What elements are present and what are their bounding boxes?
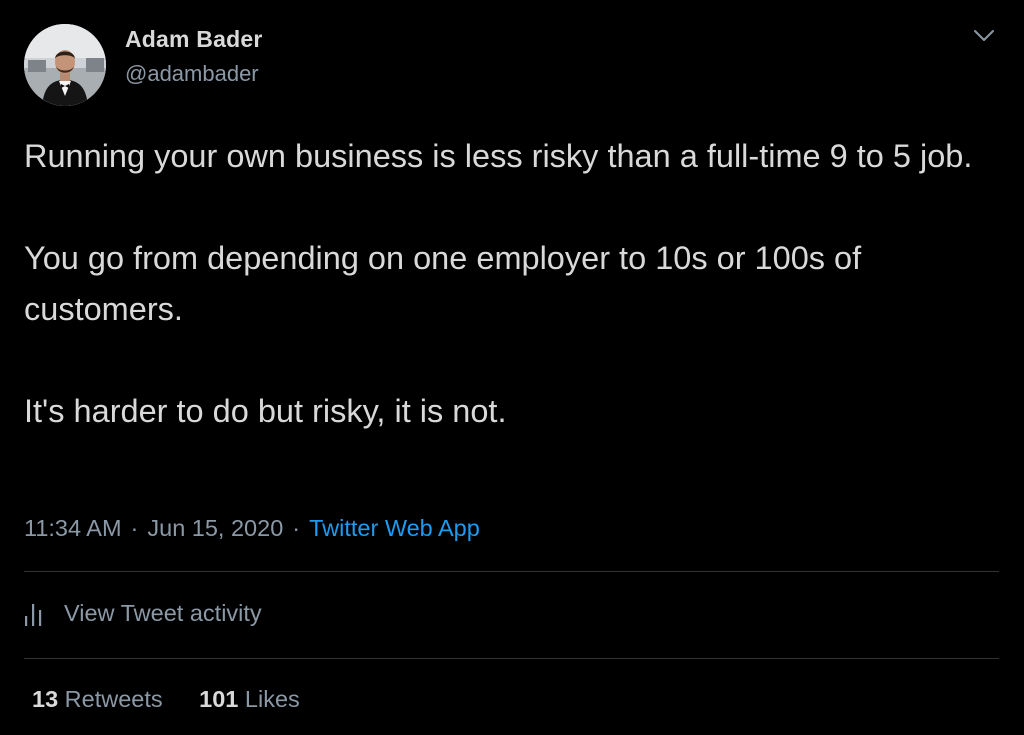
view-tweet-activity-label: View Tweet activity xyxy=(64,600,262,626)
likes-count: 101 xyxy=(199,686,239,712)
tweet-source-link[interactable]: Twitter Web App xyxy=(309,515,480,541)
divider xyxy=(24,658,999,659)
tweet-paragraph: It's harder to do but risky, it is not. xyxy=(24,393,507,429)
bar-chart-icon xyxy=(24,601,46,627)
retweets-count: 13 xyxy=(32,686,59,712)
divider xyxy=(24,571,999,572)
tweet-menu-button[interactable] xyxy=(970,22,998,50)
tweet-meta: 11:34 AM · Jun 15, 2020 · Twitter Web App xyxy=(24,515,480,542)
author-display-name[interactable]: Adam Bader xyxy=(125,26,262,53)
meta-separator: · xyxy=(292,515,301,541)
tweet-stats: 13 Retweets 101 Likes xyxy=(32,686,330,713)
tweet-paragraph: Running your own business is less risky … xyxy=(24,138,973,174)
tweet-container: Adam Bader @adambader Running your own b… xyxy=(0,0,1024,735)
profile-photo-icon xyxy=(24,24,106,106)
meta-separator: · xyxy=(130,515,139,541)
avatar[interactable] xyxy=(24,24,106,106)
chevron-down-icon xyxy=(974,30,994,41)
tweet-paragraph: You go from depending on one employer to… xyxy=(24,240,862,327)
tweet-text: Running your own business is less risky … xyxy=(24,131,999,437)
tweet-date[interactable]: Jun 15, 2020 xyxy=(147,515,283,541)
retweets-label: Retweets xyxy=(64,686,163,712)
author-handle[interactable]: @adambader xyxy=(125,61,259,87)
tweet-time[interactable]: 11:34 AM xyxy=(24,515,122,541)
likes-stat[interactable]: 101 Likes xyxy=(199,686,300,712)
likes-label: Likes xyxy=(244,686,300,712)
retweets-stat[interactable]: 13 Retweets xyxy=(32,686,163,712)
view-tweet-activity-link[interactable]: View Tweet activity xyxy=(24,600,262,627)
